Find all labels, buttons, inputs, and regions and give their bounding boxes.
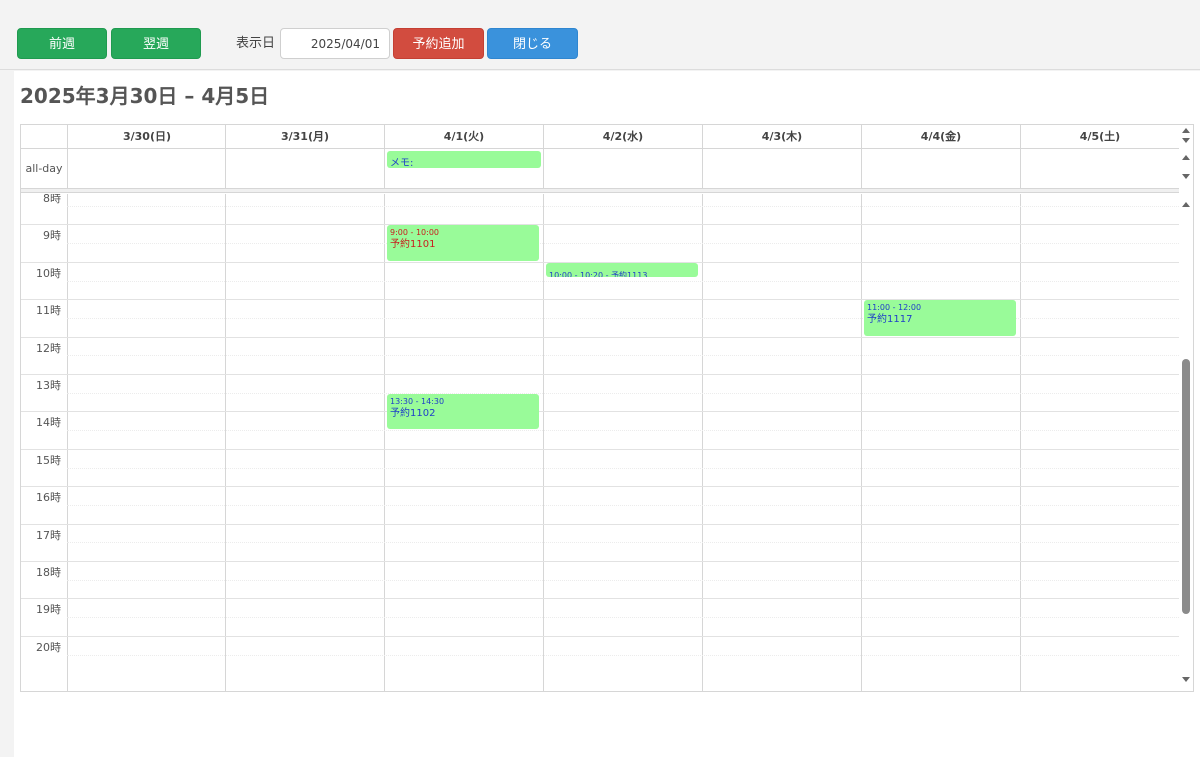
allday-scrollbar[interactable]	[1179, 125, 1193, 189]
reservation-event[interactable]: 10:00 - 10:20 - 予約1113	[546, 262, 698, 277]
event-time: 13:30 - 14:30	[390, 396, 445, 406]
time-grid-scrollbar[interactable]	[1179, 194, 1193, 691]
half-hour-line	[67, 617, 1179, 619]
hour-label: 14時	[36, 416, 61, 430]
next-week-button[interactable]: 翌週	[111, 28, 201, 59]
half-hour-line	[67, 205, 1179, 207]
hour-line	[21, 336, 1179, 338]
allday-cell[interactable]	[861, 149, 1020, 189]
event-name: 予約1102	[390, 407, 436, 419]
half-hour-line	[67, 243, 1179, 245]
reservation-event[interactable]: 11:00 - 12:00 予約1117	[864, 300, 1016, 336]
hour-line	[21, 561, 1179, 562]
day-header[interactable]: 3/30(日)	[67, 125, 226, 149]
half-hour-line	[67, 392, 1179, 394]
hour-label: 18時	[36, 566, 61, 579]
hour-line	[21, 635, 1179, 637]
half-hour-line	[67, 467, 1179, 469]
day-header[interactable]: 3/31(月)	[225, 125, 384, 149]
day-header[interactable]: 4/1(火)	[384, 125, 543, 149]
allday-row: all-day メモ:	[21, 149, 1179, 189]
hour-label: 19時	[36, 603, 61, 617]
event-name: 予約1117	[867, 314, 913, 326]
hour-label: 9時	[43, 229, 61, 243]
hour-line	[21, 224, 1179, 226]
hour-label: 15時	[36, 453, 61, 467]
event-name: 予約1113	[611, 270, 648, 277]
allday-event-text: メモ:	[390, 158, 414, 168]
allday-cell[interactable]	[1020, 149, 1179, 189]
event-time: 11:00 - 12:00	[867, 303, 922, 313]
day-header[interactable]: 4/5(土)	[1020, 125, 1179, 149]
day-header[interactable]: 4/3(木)	[702, 125, 861, 149]
scroll-up-icon[interactable]	[1182, 128, 1190, 133]
half-hour-line	[67, 654, 1179, 656]
reservation-event[interactable]: 13:30 - 14:30 予約1102	[387, 393, 539, 430]
half-hour-line	[67, 579, 1179, 581]
allday-cell[interactable]	[67, 149, 226, 189]
half-hour-line	[67, 355, 1179, 357]
allday-label: all-day	[25, 162, 63, 175]
hour-label: 10時	[36, 266, 61, 280]
hour-label: 16時	[36, 491, 61, 505]
hour-line	[21, 486, 1179, 488]
half-hour-line	[67, 504, 1179, 506]
display-date-input[interactable]	[280, 28, 390, 59]
hour-label: 17時	[36, 528, 61, 542]
event-time: 10:00 - 10:20 -	[549, 270, 612, 277]
half-hour-line	[67, 542, 1179, 544]
half-hour-line	[67, 430, 1179, 432]
day-header[interactable]: 4/4(金)	[861, 125, 1020, 149]
event-name: 予約1101	[390, 239, 436, 251]
time-grid[interactable]: 8時 9時 10時 11時 12時 13時 14時 15時 16時 17時 18時 19時 20時 9:0…	[21, 194, 1179, 691]
scroll-down-icon[interactable]	[1182, 174, 1190, 179]
hour-line	[21, 598, 1179, 600]
add-reservation-button[interactable]: 予約追加	[393, 28, 484, 59]
display-date-label: 表示日	[236, 36, 276, 51]
prev-week-button[interactable]: 前週	[17, 28, 107, 59]
scroll-up-icon[interactable]	[1182, 155, 1190, 160]
allday-cell[interactable]	[225, 149, 384, 189]
hour-label: 12時	[36, 341, 61, 355]
hour-label: 8時	[43, 194, 61, 205]
hour-label: 11時	[36, 304, 61, 318]
allday-cell[interactable]	[543, 149, 702, 189]
allday-cell[interactable]	[702, 149, 861, 189]
day-header-row: 3/30(日) 3/31(月) 4/1(火) 4/2(水) 4/3(木) 4/4(金) 4/…	[21, 125, 1179, 149]
hour-line	[21, 374, 1179, 375]
scroll-down-icon[interactable]	[1182, 138, 1190, 143]
scroll-up-icon[interactable]	[1182, 202, 1190, 207]
header-corner	[21, 125, 67, 149]
hour-label: 13時	[36, 379, 61, 392]
hour-line	[21, 523, 1179, 525]
week-title: 2025年3月30日 – 4月5日	[20, 84, 270, 108]
scroll-down-icon[interactable]	[1182, 677, 1190, 682]
scrollbar-thumb[interactable]	[1182, 359, 1190, 614]
toolbar: 前週 翌週 表示日 予約追加 閉じる	[0, 0, 1200, 70]
day-header[interactable]: 4/2(水)	[543, 125, 702, 149]
close-button[interactable]: 閉じる	[487, 28, 578, 59]
allday-event[interactable]: メモ:	[387, 151, 541, 168]
week-calendar: 3/30(日) 3/31(月) 4/1(火) 4/2(水) 4/3(木) 4/4(金) 4/…	[20, 124, 1194, 692]
event-time: 9:00 - 10:00	[390, 228, 439, 238]
hour-line	[21, 448, 1179, 450]
allday-divider	[21, 189, 1179, 193]
half-hour-line	[67, 280, 1179, 282]
reservation-event[interactable]: 9:00 - 10:00 予約1101	[387, 225, 539, 261]
hour-line	[21, 411, 1179, 413]
hour-label: 20時	[36, 640, 61, 654]
